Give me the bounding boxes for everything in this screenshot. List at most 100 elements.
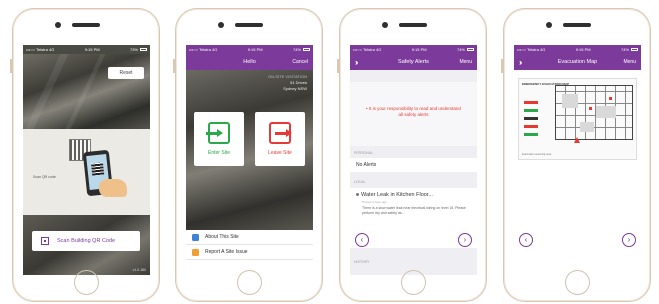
bullet-icon <box>356 193 359 197</box>
info-icon <box>192 233 199 241</box>
home-button[interactable] <box>565 270 590 295</box>
status-bar: •••○○ Telstra 4G 9:15 PM 74% <box>350 45 477 54</box>
scan-building-qr-button[interactable]: Scan Building QR Code <box>32 231 140 251</box>
site-info: ON-SITE VISITATION 51 Drives Sydney NSW <box>268 74 307 91</box>
phone-scan-screen: •••○○ Telstra 4G 9:15 PM 73% Reset Scan … <box>10 8 160 302</box>
list-item-label: About This Site <box>205 234 239 240</box>
chevron-left-icon: ‹ <box>524 235 528 244</box>
chevron-right-icon: › <box>463 235 467 244</box>
earpiece-speaker <box>563 23 591 27</box>
exit-marker <box>609 97 612 100</box>
screen: •••○○ Telstra 4G 9:15 PM 74% Hello Cance… <box>186 45 313 275</box>
list-item-report-issue[interactable]: Report A Site Issue <box>186 245 313 260</box>
list-item-label: Report A Site Issue <box>205 249 248 255</box>
volume-button <box>10 59 12 73</box>
time-label: 9:15 PM <box>84 47 100 52</box>
responsibility-warning: • It is your responsibility to read and … <box>350 82 477 146</box>
section-header-history: HISTORY <box>354 260 370 264</box>
alerts-body: • It is your responsibility to read and … <box>350 70 477 275</box>
home-button[interactable] <box>401 270 426 295</box>
menu-button[interactable]: Menu <box>623 59 636 65</box>
volume-button <box>173 59 175 73</box>
battery-indicator: 74% <box>621 47 638 52</box>
background-photo: ON-SITE VISITATION 51 Drives Sydney NSW … <box>186 70 313 230</box>
home-button[interactable] <box>74 270 99 295</box>
double-chevron-icon[interactable]: ›› <box>355 58 359 67</box>
battery-icon <box>139 48 147 52</box>
no-alerts-row: No Alerts <box>350 158 477 172</box>
volume-button <box>501 59 503 73</box>
evacuation-map-image[interactable]: EMERGENCY EVACUATION MAP Evacuation asse… <box>518 78 637 160</box>
battery-indicator: 73% <box>130 47 147 52</box>
menu-button[interactable]: Menu <box>459 59 472 65</box>
battery-icon <box>302 48 310 52</box>
status-bar: •••○○ Telstra 4G 9:15 PM 74% <box>186 45 313 54</box>
map-body: EMERGENCY EVACUATION MAP Evacuation asse… <box>514 70 641 275</box>
report-icon <box>192 248 199 256</box>
chevron-left-icon: ‹ <box>360 235 364 244</box>
time-label: 9:15 PM <box>411 47 427 52</box>
battery-indicator: 74% <box>457 47 474 52</box>
phone-evacuation-map-screen: •••○○ Telstra 4G 9:15 PM 74% ›› Evacuati… <box>501 8 651 302</box>
front-camera <box>218 22 224 28</box>
map-footer: Evacuation assembly area <box>522 153 552 156</box>
status-bar: •••○○ Telstra 4G 9:15 PM 74% <box>514 45 641 54</box>
earpiece-speaker <box>235 23 263 27</box>
enter-site-label: Enter Site <box>208 150 230 156</box>
exit-arrow-icon <box>574 137 580 143</box>
leave-site-button[interactable]: Leave Site <box>255 112 305 166</box>
hand-icon <box>99 179 127 197</box>
nav-title: Safety Alerts <box>398 59 429 65</box>
screen: •••○○ Telstra 4G 9:15 PM 74% ›› Evacuati… <box>514 45 641 275</box>
battery-icon <box>466 48 474 52</box>
screen: •••○○ Telstra 4G 9:15 PM 74% ›› Safety A… <box>350 45 477 275</box>
site-menu-list: About This Site Report A Site Issue <box>186 230 313 275</box>
scan-caption: Scan QR code <box>33 175 56 179</box>
front-camera <box>55 22 61 28</box>
chevron-right-icon: › <box>627 235 631 244</box>
scan-illustration: Scan QR code <box>23 129 150 215</box>
version-label: v1.0.180 <box>132 268 146 272</box>
alert-title: Water Leak in Kitchen Floor... <box>361 192 433 198</box>
previous-button[interactable]: ‹ <box>355 233 369 247</box>
phone-safety-alerts-screen: •••○○ Telstra 4G 9:15 PM 74% ›› Safety A… <box>337 8 487 302</box>
alert-meta: Posted 3 days ago <box>362 200 387 204</box>
exit-icon <box>269 122 292 144</box>
carrier-label: •••○○ Telstra 4G <box>189 47 218 52</box>
previous-button[interactable]: ‹ <box>519 233 533 247</box>
list-item-about-site[interactable]: About This Site <box>186 230 313 245</box>
carrier-label: •••○○ Telstra 4G <box>26 47 55 52</box>
you-are-here-marker <box>589 107 592 110</box>
cancel-button[interactable]: Cancel <box>292 59 308 65</box>
background-photo <box>23 54 150 129</box>
enter-site-button[interactable]: Enter Site <box>194 112 244 166</box>
scan-button-label: Scan Building QR Code <box>57 238 116 244</box>
battery-indicator: 74% <box>293 47 310 52</box>
next-button[interactable]: › <box>458 233 472 247</box>
nav-bar: ›› Safety Alerts Menu <box>350 54 477 70</box>
reset-button[interactable]: Reset <box>108 67 144 79</box>
alert-description: There is a slow water leak near electric… <box>362 206 466 215</box>
background-photo-bottom: Scan Building QR Code v1.0.180 <box>23 215 150 275</box>
earpiece-speaker <box>399 23 427 27</box>
enter-icon <box>206 122 230 144</box>
phone-site-screen: •••○○ Telstra 4G 9:15 PM 74% Hello Cance… <box>173 8 323 302</box>
home-button[interactable] <box>237 270 262 295</box>
double-chevron-icon[interactable]: ›› <box>519 58 523 67</box>
front-camera <box>546 22 552 28</box>
leave-site-label: Leave Site <box>268 150 292 156</box>
section-header-local: LOCAL <box>354 180 366 184</box>
volume-button <box>337 59 339 73</box>
nav-bar: Hello Cancel <box>186 54 313 70</box>
front-camera <box>382 22 388 28</box>
floor-plan <box>555 85 633 140</box>
carrier-label: •••○○ Telstra 4G <box>517 47 546 52</box>
next-button[interactable]: › <box>622 233 636 247</box>
section-header-personal: PERSONAL <box>354 151 374 155</box>
carrier-label: •••○○ Telstra 4G <box>353 47 382 52</box>
earpiece-speaker <box>72 23 100 27</box>
status-bar: •••○○ Telstra 4G 9:15 PM 73% <box>23 45 150 54</box>
qr-code-icon <box>41 237 49 245</box>
time-label: 9:15 PM <box>575 47 591 52</box>
battery-icon <box>630 48 638 52</box>
